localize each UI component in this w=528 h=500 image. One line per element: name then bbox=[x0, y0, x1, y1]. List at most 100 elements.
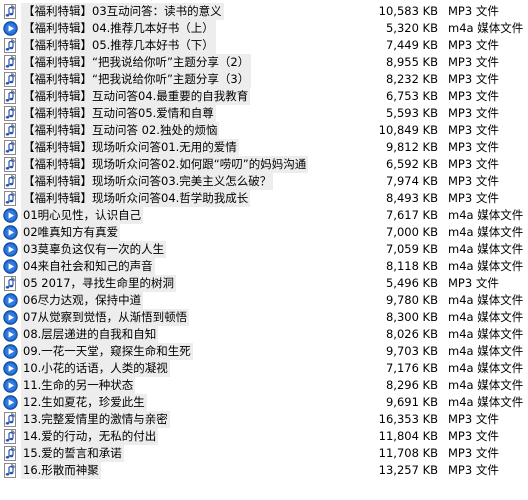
file-row[interactable]: 11.生命的另一种状态 8,296 KB m4a 媒体文件 bbox=[0, 377, 528, 394]
file-size: 5,593 KB bbox=[385, 106, 438, 120]
file-row[interactable]: 06尽力达观，保持中道 9,780 KB m4a 媒体文件 bbox=[0, 292, 528, 309]
m4a-media-icon bbox=[3, 310, 18, 325]
file-row[interactable]: 12.生如夏花，珍爱此生 9,691 KB m4a 媒体文件 bbox=[0, 394, 528, 411]
file-row[interactable]: 15.爱的誓言和承诺 11,708 KB MP3 文件 bbox=[0, 445, 528, 462]
file-row[interactable]: 01明心见性，认识自己 7,617 KB m4a 媒体文件 bbox=[0, 207, 528, 224]
file-size: 5,496 KB bbox=[385, 276, 438, 290]
file-row[interactable]: 03莫辜负这仅有一次的人生 7,059 KB m4a 媒体文件 bbox=[0, 241, 528, 258]
file-size: 7,000 KB bbox=[385, 225, 438, 239]
mp3-file-icon bbox=[3, 276, 18, 291]
file-name[interactable]: 【福利特辑】现场听众问答02.如何跟“唠叨”的妈妈沟通 bbox=[21, 156, 309, 173]
file-type: m4a 媒体文件 bbox=[448, 293, 524, 307]
mp3-file-icon bbox=[3, 157, 18, 172]
file-name[interactable]: 【福利特辑】现场听众问答01.无用的爱情 bbox=[21, 139, 239, 156]
file-name[interactable]: 【福利特辑】“把我说给你听”主题分享（3） bbox=[21, 71, 252, 88]
file-name[interactable]: 14.爱的行动，无私的付出 bbox=[21, 428, 159, 445]
file-type: MP3 文件 bbox=[448, 38, 499, 52]
file-name[interactable]: 06尽力达观，保持中道 bbox=[21, 292, 144, 309]
file-row[interactable]: 【福利特辑】05.推荐几本好书（下） 7,449 KB MP3 文件 bbox=[0, 37, 528, 54]
file-name[interactable]: 04来自社会和知己的声音 bbox=[21, 258, 155, 275]
file-row[interactable]: 【福利特辑】互动问答 02.独处的烦恼 10,849 KB MP3 文件 bbox=[0, 122, 528, 139]
m4a-media-icon bbox=[3, 344, 18, 359]
file-type: m4a 媒体文件 bbox=[448, 208, 524, 222]
file-name[interactable]: 【福利特辑】现场听众问答04.哲学助我成长 bbox=[21, 190, 251, 207]
file-type: MP3 文件 bbox=[448, 55, 499, 69]
file-type: MP3 文件 bbox=[448, 4, 499, 18]
file-type: MP3 文件 bbox=[448, 72, 499, 86]
file-name[interactable]: 15.爱的誓言和承诺 bbox=[21, 445, 124, 462]
file-name[interactable]: 08.层层递进的自我和自知 bbox=[21, 326, 159, 343]
file-row[interactable]: 【福利特辑】03互动问答：读书的意义 10,583 KB MP3 文件 bbox=[0, 3, 528, 20]
file-size: 9,780 KB bbox=[385, 293, 438, 307]
mp3-file-icon bbox=[3, 72, 18, 87]
file-name[interactable]: 12.生如夏花，珍爱此生 bbox=[21, 394, 147, 411]
file-name[interactable]: 【福利特辑】互动问答 02.独处的烦恼 bbox=[21, 122, 220, 139]
file-size: 9,703 KB bbox=[385, 344, 438, 358]
file-name[interactable]: 02唯真知方有真爱 bbox=[21, 224, 121, 241]
file-row[interactable]: 【福利特辑】现场听众问答02.如何跟“唠叨”的妈妈沟通 6,592 KB MP3 文… bbox=[0, 156, 528, 173]
file-type: m4a 媒体文件 bbox=[448, 259, 524, 273]
m4a-media-icon bbox=[3, 293, 18, 308]
file-name[interactable]: 09.一花一天堂，窥探生命和生死 bbox=[21, 343, 193, 360]
file-row[interactable]: 09.一花一天堂，窥探生命和生死 9,703 KB m4a 媒体文件 bbox=[0, 343, 528, 360]
file-row[interactable]: 16.形散而神聚 13,257 KB MP3 文件 bbox=[0, 462, 528, 479]
mp3-file-icon bbox=[3, 38, 18, 53]
file-row[interactable]: 【福利特辑】互动问答05.爱情和自尊 5,593 KB MP3 文件 bbox=[0, 105, 528, 122]
file-name[interactable]: 07从觉察到觉悟，从渐悟到顿悟 bbox=[21, 309, 190, 326]
file-row[interactable]: 10.小花的话语，人类的凝视 7,176 KB m4a 媒体文件 bbox=[0, 360, 528, 377]
mp3-file-icon bbox=[3, 4, 18, 19]
m4a-media-icon bbox=[3, 327, 18, 342]
file-name[interactable]: 【福利特辑】05.推荐几本好书（下） bbox=[21, 37, 216, 54]
file-size: 6,592 KB bbox=[385, 157, 438, 171]
file-name[interactable]: 01明心见性，认识自己 bbox=[21, 207, 144, 224]
file-size: 7,617 KB bbox=[385, 208, 438, 222]
file-row[interactable]: 【福利特辑】现场听众问答04.哲学助我成长 8,493 KB MP3 文件 bbox=[0, 190, 528, 207]
file-size: 10,583 KB bbox=[378, 4, 438, 18]
file-row[interactable]: 02唯真知方有真爱 7,000 KB m4a 媒体文件 bbox=[0, 224, 528, 241]
file-size: 7,176 KB bbox=[385, 361, 438, 375]
file-name[interactable]: 【福利特辑】03互动问答：读书的意义 bbox=[21, 3, 224, 20]
file-row[interactable]: 【福利特辑】互动问答04.最重要的自我教育 6,753 KB MP3 文件 bbox=[0, 88, 528, 105]
file-type: MP3 文件 bbox=[448, 276, 499, 290]
file-row[interactable]: 【福利特辑】04.推荐几本好书（上） 5,320 KB m4a 媒体文件 bbox=[0, 20, 528, 37]
file-name[interactable]: 16.形散而神聚 bbox=[21, 462, 101, 479]
file-name[interactable]: 【福利特辑】互动问答04.最重要的自我教育 bbox=[21, 88, 251, 105]
file-name[interactable]: 03莫辜负这仅有一次的人生 bbox=[21, 241, 167, 258]
mp3-file-icon bbox=[3, 106, 18, 121]
file-type: MP3 文件 bbox=[448, 140, 499, 154]
file-row[interactable]: 05 2017，寻找生命里的树洞 5,496 KB MP3 文件 bbox=[0, 275, 528, 292]
file-name[interactable]: 【福利特辑】现场听众问答03.完美主义怎么破？ bbox=[21, 173, 274, 190]
file-row[interactable]: 【福利特辑】“把我说给你听”主题分享（3） 8,232 KB MP3 文件 bbox=[0, 71, 528, 88]
file-name[interactable]: 05 2017，寻找生命里的树洞 bbox=[21, 275, 177, 292]
file-type: m4a 媒体文件 bbox=[448, 242, 524, 256]
file-row[interactable]: 14.爱的行动，无私的付出 11,804 KB MP3 文件 bbox=[0, 428, 528, 445]
file-type: m4a 媒体文件 bbox=[448, 327, 524, 341]
m4a-media-icon bbox=[3, 361, 18, 376]
mp3-file-icon bbox=[3, 89, 18, 104]
file-name[interactable]: 11.生命的另一种状态 bbox=[21, 377, 136, 394]
file-type: MP3 文件 bbox=[448, 429, 499, 443]
file-row[interactable]: 07从觉察到觉悟，从渐悟到顿悟 8,300 KB m4a 媒体文件 bbox=[0, 309, 528, 326]
file-row[interactable]: 【福利特辑】“把我说给你听”主题分享（2） 8,955 KB MP3 文件 bbox=[0, 54, 528, 71]
mp3-file-icon bbox=[3, 191, 18, 206]
file-name[interactable]: 【福利特辑】04.推荐几本好书（上） bbox=[21, 20, 216, 37]
mp3-file-icon bbox=[3, 140, 18, 155]
file-row[interactable]: 08.层层递进的自我和自知 8,026 KB m4a 媒体文件 bbox=[0, 326, 528, 343]
file-row[interactable]: 13.完整爱情里的激情与亲密 16,353 KB MP3 文件 bbox=[0, 411, 528, 428]
file-type: MP3 文件 bbox=[448, 89, 499, 103]
file-name[interactable]: 13.完整爱情里的激情与亲密 bbox=[21, 411, 170, 428]
file-name[interactable]: 10.小花的话语，人类的凝视 bbox=[21, 360, 170, 377]
file-name[interactable]: 【福利特辑】互动问答05.爱情和自尊 bbox=[21, 105, 216, 122]
file-size: 8,955 KB bbox=[385, 55, 438, 69]
file-size: 10,849 KB bbox=[378, 123, 438, 137]
file-size: 11,804 KB bbox=[378, 429, 438, 443]
file-row[interactable]: 【福利特辑】现场听众问答03.完美主义怎么破？ 7,974 KB MP3 文件 bbox=[0, 173, 528, 190]
file-row[interactable]: 【福利特辑】现场听众问答01.无用的爱情 9,812 KB MP3 文件 bbox=[0, 139, 528, 156]
file-type: MP3 文件 bbox=[448, 157, 499, 171]
file-type: MP3 文件 bbox=[448, 123, 499, 137]
file-row[interactable]: 04来自社会和知己的声音 8,118 KB m4a 媒体文件 bbox=[0, 258, 528, 275]
file-size: 7,059 KB bbox=[385, 242, 438, 256]
file-name[interactable]: 【福利特辑】“把我说给你听”主题分享（2） bbox=[21, 54, 252, 71]
file-type: m4a 媒体文件 bbox=[448, 395, 524, 409]
file-size: 8,026 KB bbox=[385, 327, 438, 341]
